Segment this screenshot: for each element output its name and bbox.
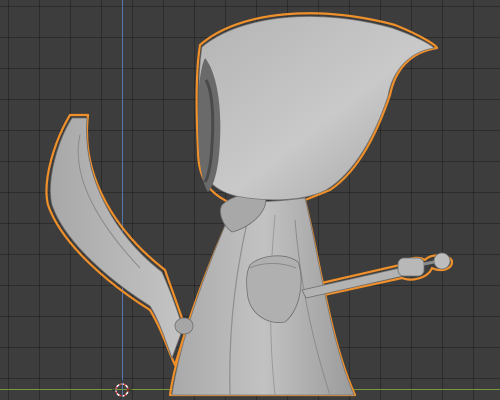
hand-left [174,317,194,335]
staff-grip [397,257,425,277]
scythe-blade [50,117,184,360]
staff-knob [433,252,451,270]
model-scene[interactable] [0,0,500,400]
3d-viewport[interactable] [0,0,500,400]
3d-cursor-icon[interactable] [112,380,132,400]
hood [198,16,435,201]
